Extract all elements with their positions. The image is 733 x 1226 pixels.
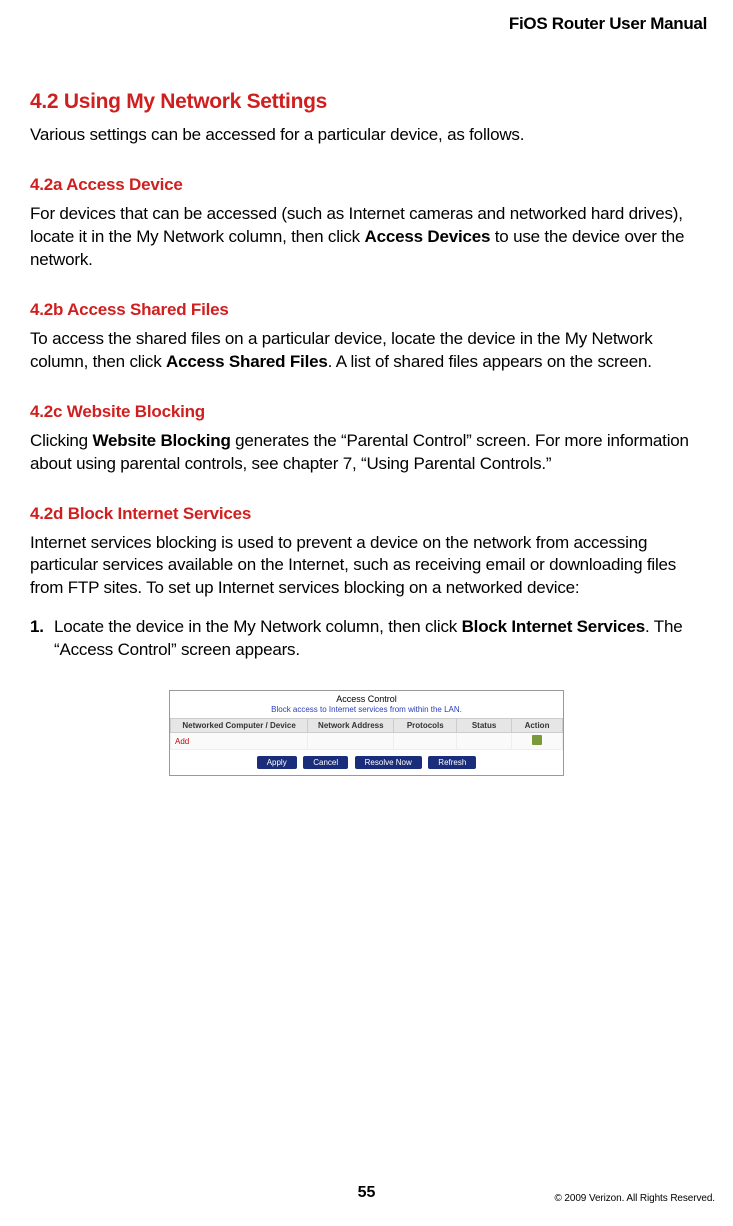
add-link[interactable]: Add: [171, 733, 308, 750]
section-heading: 4.2 Using My Network Settings: [30, 90, 703, 114]
copyright: © 2009 Verizon. All Rights Reserved.: [554, 1193, 715, 1204]
bold-block-internet-services: Block Internet Services: [462, 617, 645, 636]
para-42d: Internet services blocking is used to pr…: [30, 532, 703, 601]
col-status: Status: [457, 719, 512, 733]
screenshot-table: Networked Computer / Device Network Addr…: [170, 718, 563, 750]
page-content: 4.2 Using My Network Settings Various se…: [30, 90, 703, 776]
step-number: 1.: [30, 616, 44, 639]
resolve-now-button[interactable]: Resolve Now: [355, 756, 422, 769]
add-icon[interactable]: [532, 735, 542, 745]
refresh-button[interactable]: Refresh: [428, 756, 476, 769]
table-row: Add: [171, 733, 563, 750]
screenshot-buttons: Apply Cancel Resolve Now Refresh: [170, 750, 563, 775]
bold-access-devices: Access Devices: [365, 227, 491, 246]
bold-access-shared-files: Access Shared Files: [166, 352, 328, 371]
bold-website-blocking: Website Blocking: [92, 431, 230, 450]
subheading-42b: 4.2b Access Shared Files: [30, 300, 703, 320]
col-address: Network Address: [308, 719, 394, 733]
text: Locate the device in the My Network colu…: [54, 617, 462, 636]
section-intro: Various settings can be accessed for a p…: [30, 124, 703, 147]
text: Clicking: [30, 431, 92, 450]
col-device: Networked Computer / Device: [171, 719, 308, 733]
apply-button[interactable]: Apply: [257, 756, 297, 769]
col-protocols: Protocols: [394, 719, 457, 733]
page-number: 55: [358, 1184, 376, 1202]
para-42a: For devices that can be accessed (such a…: [30, 203, 703, 272]
subheading-42d: 4.2d Block Internet Services: [30, 504, 703, 524]
access-control-screenshot: Access Control Block access to Internet …: [169, 690, 564, 776]
step-1: 1. Locate the device in the My Network c…: [30, 616, 703, 662]
screenshot-subtitle: Block access to Internet services from w…: [170, 705, 563, 718]
col-action: Action: [512, 719, 563, 733]
cancel-button[interactable]: Cancel: [303, 756, 348, 769]
para-42b: To access the shared files on a particul…: [30, 328, 703, 374]
screenshot-title: Access Control: [170, 691, 563, 705]
subheading-42c: 4.2c Website Blocking: [30, 402, 703, 422]
table-header-row: Networked Computer / Device Network Addr…: [171, 719, 563, 733]
para-42c: Clicking Website Blocking generates the …: [30, 430, 703, 476]
manual-title: FiOS Router User Manual: [509, 14, 707, 34]
subheading-42a: 4.2a Access Device: [30, 175, 703, 195]
text: . A list of shared files appears on the …: [328, 352, 652, 371]
